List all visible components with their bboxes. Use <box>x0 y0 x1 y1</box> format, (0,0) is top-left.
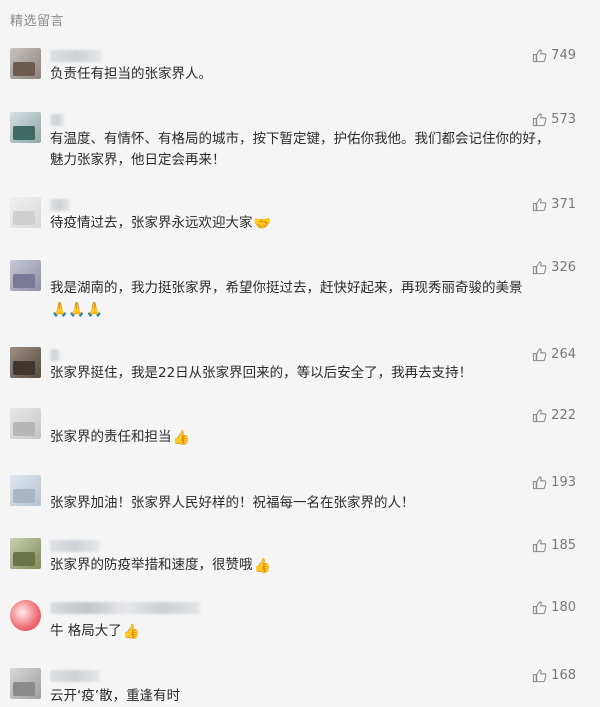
like-count: 185 <box>551 538 576 553</box>
handshake-emoji: 🤝 <box>253 216 271 232</box>
like-button[interactable]: 193 <box>532 475 576 490</box>
like-button[interactable]: 180 <box>532 600 576 615</box>
username-blurred <box>50 114 64 126</box>
avatar[interactable] <box>10 538 41 569</box>
username-blurred <box>50 199 70 211</box>
section-title: 精选留言 <box>10 14 65 29</box>
like-count: 573 <box>551 112 576 127</box>
thumbs-up-icon <box>533 539 547 553</box>
avatar[interactable] <box>10 475 41 506</box>
comment-text: 有温度、有情怀、有格局的城市，按下暂定键，护佑你我他。我们都会记住你的好，魅力张… <box>50 131 550 168</box>
hand-emoji: 👍 <box>253 558 271 574</box>
thumbs-up-icon <box>533 113 547 127</box>
username-blurred <box>50 50 102 62</box>
avatar[interactable] <box>10 112 41 143</box>
avatar[interactable] <box>10 600 41 631</box>
like-button[interactable]: 573 <box>532 112 576 127</box>
username-blurred <box>50 540 100 552</box>
comment-text: 张家界挺住，我是22日从张家界回来的，等以后安全了，我再去支持！ <box>50 365 473 381</box>
comment-text: 张家界的防疫举措和速度，很赞哦👍 <box>50 557 271 574</box>
like-count: 193 <box>551 475 576 490</box>
like-count: 749 <box>551 48 576 63</box>
comment-text: 待疫情过去，张家界永远欢迎大家🤝 <box>50 215 271 232</box>
avatar[interactable] <box>10 408 41 439</box>
thumbs-up-icon <box>533 198 547 212</box>
thumbs-up-emoji: 👍 <box>122 624 141 640</box>
thumbs-up-icon <box>533 409 547 423</box>
username-blurred <box>50 349 60 361</box>
like-count: 326 <box>551 260 576 275</box>
avatar[interactable] <box>10 260 41 291</box>
like-button[interactable]: 371 <box>532 197 576 212</box>
thumbs-up-icon <box>533 601 547 615</box>
like-count: 264 <box>551 347 576 362</box>
comment-text: 云开‘疫’散，重逢有时 <box>50 688 181 704</box>
username-blurred <box>50 670 100 682</box>
thumbs-up-emoji: 👍 <box>172 430 190 446</box>
like-button[interactable]: 168 <box>532 668 576 683</box>
avatar[interactable] <box>10 668 41 699</box>
like-button[interactable]: 326 <box>532 260 576 275</box>
like-button[interactable]: 749 <box>532 48 576 63</box>
avatar[interactable] <box>10 48 41 79</box>
like-count: 371 <box>551 197 576 212</box>
comment-text: 负责任有担当的张家界人。 <box>50 66 212 82</box>
like-button[interactable]: 222 <box>532 408 576 423</box>
like-count: 180 <box>551 600 576 615</box>
thumbs-up-icon <box>533 261 547 275</box>
thumbs-up-icon <box>533 476 547 490</box>
username-blurred <box>50 602 200 614</box>
comment-text: 张家界加油！张家界人民好样的！祝福每一名在张家界的人！ <box>50 495 415 511</box>
avatar[interactable] <box>10 347 41 378</box>
pray-emoji: 🙏🙏🙏 <box>51 302 104 318</box>
like-button[interactable]: 264 <box>532 347 576 362</box>
thumbs-up-icon <box>533 49 547 63</box>
comment-text: 牛 格局大了👍 <box>50 623 141 640</box>
like-count: 222 <box>551 408 576 423</box>
comment-text: 我是湖南的，我力挺张家界，希望你挺过去，赶快好起来，再现秀丽奇骏的美景 🙏🙏🙏 <box>50 280 523 318</box>
like-button[interactable]: 185 <box>532 538 576 553</box>
avatar[interactable] <box>10 197 41 228</box>
like-count: 168 <box>551 668 576 683</box>
thumbs-up-icon <box>533 348 547 362</box>
thumbs-up-icon <box>533 669 547 683</box>
comment-text: 张家界的责任和担当👍 <box>50 429 190 446</box>
